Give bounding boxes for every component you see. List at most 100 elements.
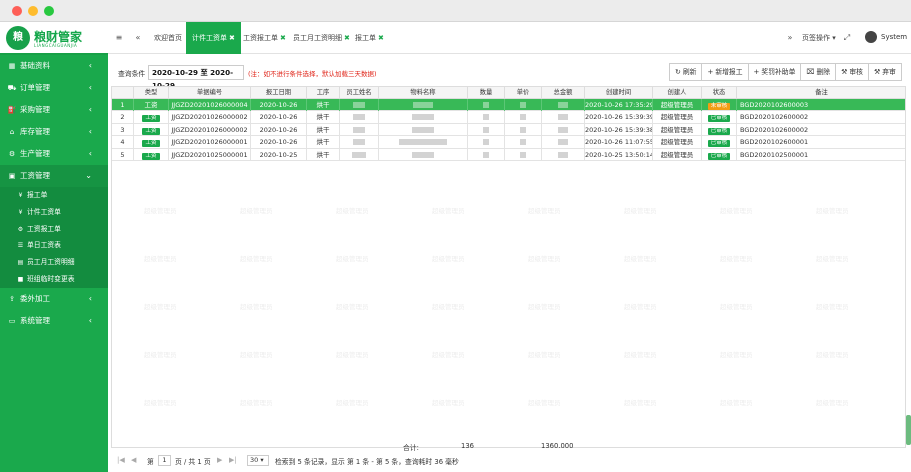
status-badge: 已审核 xyxy=(707,140,731,148)
watermark-text: 超级管理员 xyxy=(336,303,369,311)
close-window-button[interactable] xyxy=(12,6,22,16)
toolbar-button-4[interactable]: ⌧ 删除 xyxy=(800,63,837,81)
tab-label: 计件工资单 xyxy=(192,34,227,42)
table-row[interactable]: 1 工资 JJGZD20201026000004 2020-10-26 烘干 2020-1… xyxy=(112,99,905,112)
user-name[interactable]: System xyxy=(881,33,907,41)
column-header[interactable]: 工序 xyxy=(307,87,340,99)
toolbar-button-5[interactable]: ⚒ 审核 xyxy=(835,63,869,81)
table-row[interactable]: 2 工资 JJGZD20201026000002 2020-10-26 烘干 2020-1… xyxy=(112,111,905,124)
column-header[interactable]: 报工日期 xyxy=(251,87,307,99)
sidebar-item-label: 生产管理 xyxy=(20,149,50,158)
watermark-text: 超级管理员 xyxy=(336,351,369,359)
sidebar-item-5[interactable]: ⚙ 生产管理 ‹ xyxy=(0,143,108,165)
refresh-icon: ↻ xyxy=(675,68,681,76)
watermark-text: 超级管理员 xyxy=(624,351,657,359)
row-code: JJGZD20201026000004 xyxy=(171,101,248,109)
row-remark: BGD2020102600002 xyxy=(740,113,809,122)
top-navbar: ≡ « 欢迎首页 计件工资单 ✖ 工资报工单 ✖ 员工月工资明细 ✖ 报工单 ✖ » 页签操作 … xyxy=(108,22,911,54)
sidebar-item-1[interactable]: ⇪ 委外加工 ‹ xyxy=(0,288,108,310)
column-header[interactable]: 员工姓名 xyxy=(340,87,379,99)
sidebar-item-3[interactable]: ⛽ 采购管理 ‹ xyxy=(0,99,108,121)
watermark-text: 超级管理员 xyxy=(144,351,177,359)
page-ops-dropdown[interactable]: 页签操作 ▾ xyxy=(802,22,836,54)
column-header[interactable]: 创建时间 xyxy=(585,87,653,99)
redacted-value xyxy=(412,151,434,158)
column-header[interactable]: 数量 xyxy=(468,87,505,99)
data-table: 类型 单据编号 报工日期 工序 员工姓名 物料名称 数量 单价 总金额 创建时间 创建人 状态 备注 1… xyxy=(111,86,906,448)
minimize-window-button[interactable] xyxy=(28,6,38,16)
table-row[interactable]: 3 工资 JJGZD20201026000002 2020-10-26 烘干 2020-1… xyxy=(112,123,905,137)
pager-summary: 检索到 5 条记录，显示 第 1 条 - 第 5 条，查询耗时 36 毫秒 xyxy=(275,458,459,466)
tab-4[interactable]: 员工月工资明细 ✖ xyxy=(287,22,356,54)
redacted-value xyxy=(483,139,489,146)
column-header[interactable]: 物料名称 xyxy=(379,87,468,99)
tab-5[interactable]: 报工单 ✖ xyxy=(349,22,390,54)
toolbar: ↻ 刷新 + 新增报工 + 奖罚补助单 ⌧ 删除 ⚒ 审核 ⚒ 弃审 xyxy=(669,63,902,81)
submenu-item-5[interactable]: ▤ 员工月工资明细 xyxy=(0,254,108,271)
sidebar-item-6[interactable]: ▣ 工资管理 ⌄ xyxy=(0,165,108,187)
table-row[interactable]: 5 工资 JJGZD20201025000001 2020-10-25 烘干 2020-1… xyxy=(112,148,905,161)
watermark-text: 超级管理员 xyxy=(816,255,849,263)
chevron-left-icon: ‹ xyxy=(88,315,92,325)
button-label: 刷新 xyxy=(682,68,697,76)
next-page-icon[interactable]: ▶ xyxy=(217,456,222,464)
maximize-window-button[interactable] xyxy=(44,6,54,16)
watermark-text: 超级管理员 xyxy=(624,207,657,215)
date-range-input[interactable]: 2020-10-29 至 2020-10-29 xyxy=(148,65,244,90)
toolbar-button-3[interactable]: + 奖罚补助单 xyxy=(747,63,802,81)
toolbar-button-6[interactable]: ⚒ 弃审 xyxy=(867,63,902,81)
close-tab-icon[interactable]: ✖ xyxy=(280,34,286,42)
totals-row: 合计: 136 1360.000 xyxy=(111,442,906,452)
redacted-value xyxy=(353,114,365,121)
tab-2[interactable]: 计件工资单 ✖ xyxy=(186,22,241,54)
submenu-item-4[interactable]: ☰ 单日工资表 xyxy=(0,237,108,254)
page-number-input[interactable]: 1 xyxy=(158,455,171,466)
submenu-item-6[interactable]: ■ 班组临时变更表 xyxy=(0,271,108,288)
submenu-item-1[interactable]: ¥ 报工单 xyxy=(0,187,108,204)
query-label: 查询条件 xyxy=(118,70,146,78)
row-code: JJGZD20201026000002 xyxy=(171,113,248,122)
column-header[interactable]: 单价 xyxy=(505,87,542,99)
submenu-item-3[interactable]: ⚙ 工资报工单 xyxy=(0,221,108,238)
tab-1[interactable]: 欢迎首页 xyxy=(148,22,188,54)
menu-toggle-icon[interactable]: ≡ xyxy=(112,22,126,54)
watermark-text: 超级管理员 xyxy=(720,399,753,407)
table-row[interactable]: 4 工资 JJGZD20201026000001 2020-10-26 烘干 2020-1… xyxy=(112,136,905,149)
tab-3[interactable]: 工资报工单 ✖ xyxy=(237,22,292,54)
row-index: 5 xyxy=(120,150,125,159)
sidebar-item-2[interactable]: ⛟ 订单管理 ‹ xyxy=(0,77,108,99)
prev-page-icon[interactable]: ◀ xyxy=(131,456,136,464)
toolbar-button-2[interactable]: + 新增报工 xyxy=(701,63,749,81)
tabs-scroll-left-icon[interactable]: « xyxy=(132,22,144,54)
last-page-icon[interactable]: ▶| xyxy=(229,456,237,464)
column-header[interactable]: 创建人 xyxy=(653,87,702,99)
column-header[interactable]: 状态 xyxy=(702,87,737,99)
column-header[interactable]: 备注 xyxy=(737,87,905,99)
column-header[interactable]: 类型 xyxy=(134,87,169,99)
redacted-value xyxy=(353,126,365,133)
row-created: 2020-10-25 13:50:14 xyxy=(585,150,653,159)
truck-icon: ⛟ xyxy=(7,84,17,92)
scrollbar[interactable] xyxy=(906,415,911,445)
sidebar-item-2[interactable]: ▭ 系统管理 ‹ xyxy=(0,310,108,332)
row-remark: BGD2020102600001 xyxy=(740,138,809,147)
status-badge: 已审核 xyxy=(707,115,731,123)
redacted-value xyxy=(520,102,526,108)
close-tab-icon[interactable]: ✖ xyxy=(229,34,235,42)
toolbar-button-1[interactable]: ↻ 刷新 xyxy=(669,63,703,81)
first-page-icon[interactable]: |◀ xyxy=(117,456,125,464)
column-header[interactable]: 总金额 xyxy=(542,87,585,99)
page-size-select[interactable]: 30 ▾ xyxy=(247,455,269,466)
sidebar-item-1[interactable]: ▦ 基础资料 ‹ xyxy=(0,55,108,77)
column-header[interactable]: 单据编号 xyxy=(169,87,251,99)
close-tab-icon[interactable]: ✖ xyxy=(378,34,384,42)
tab-label: 报工单 xyxy=(355,34,376,42)
sidebar-item-4[interactable]: ⌂ 库存管理 ‹ xyxy=(0,121,108,143)
tabs-scroll-right-icon[interactable]: » xyxy=(784,22,796,54)
watermark-text: 超级管理员 xyxy=(624,255,657,263)
submenu-item-2[interactable]: ¥ 计件工资单 xyxy=(0,204,108,221)
fullscreen-icon[interactable]: ⤢ xyxy=(841,22,853,54)
type-badge: 工资 xyxy=(142,115,160,123)
avatar[interactable] xyxy=(865,31,877,43)
submenu-item-label: 报工单 xyxy=(27,191,48,199)
